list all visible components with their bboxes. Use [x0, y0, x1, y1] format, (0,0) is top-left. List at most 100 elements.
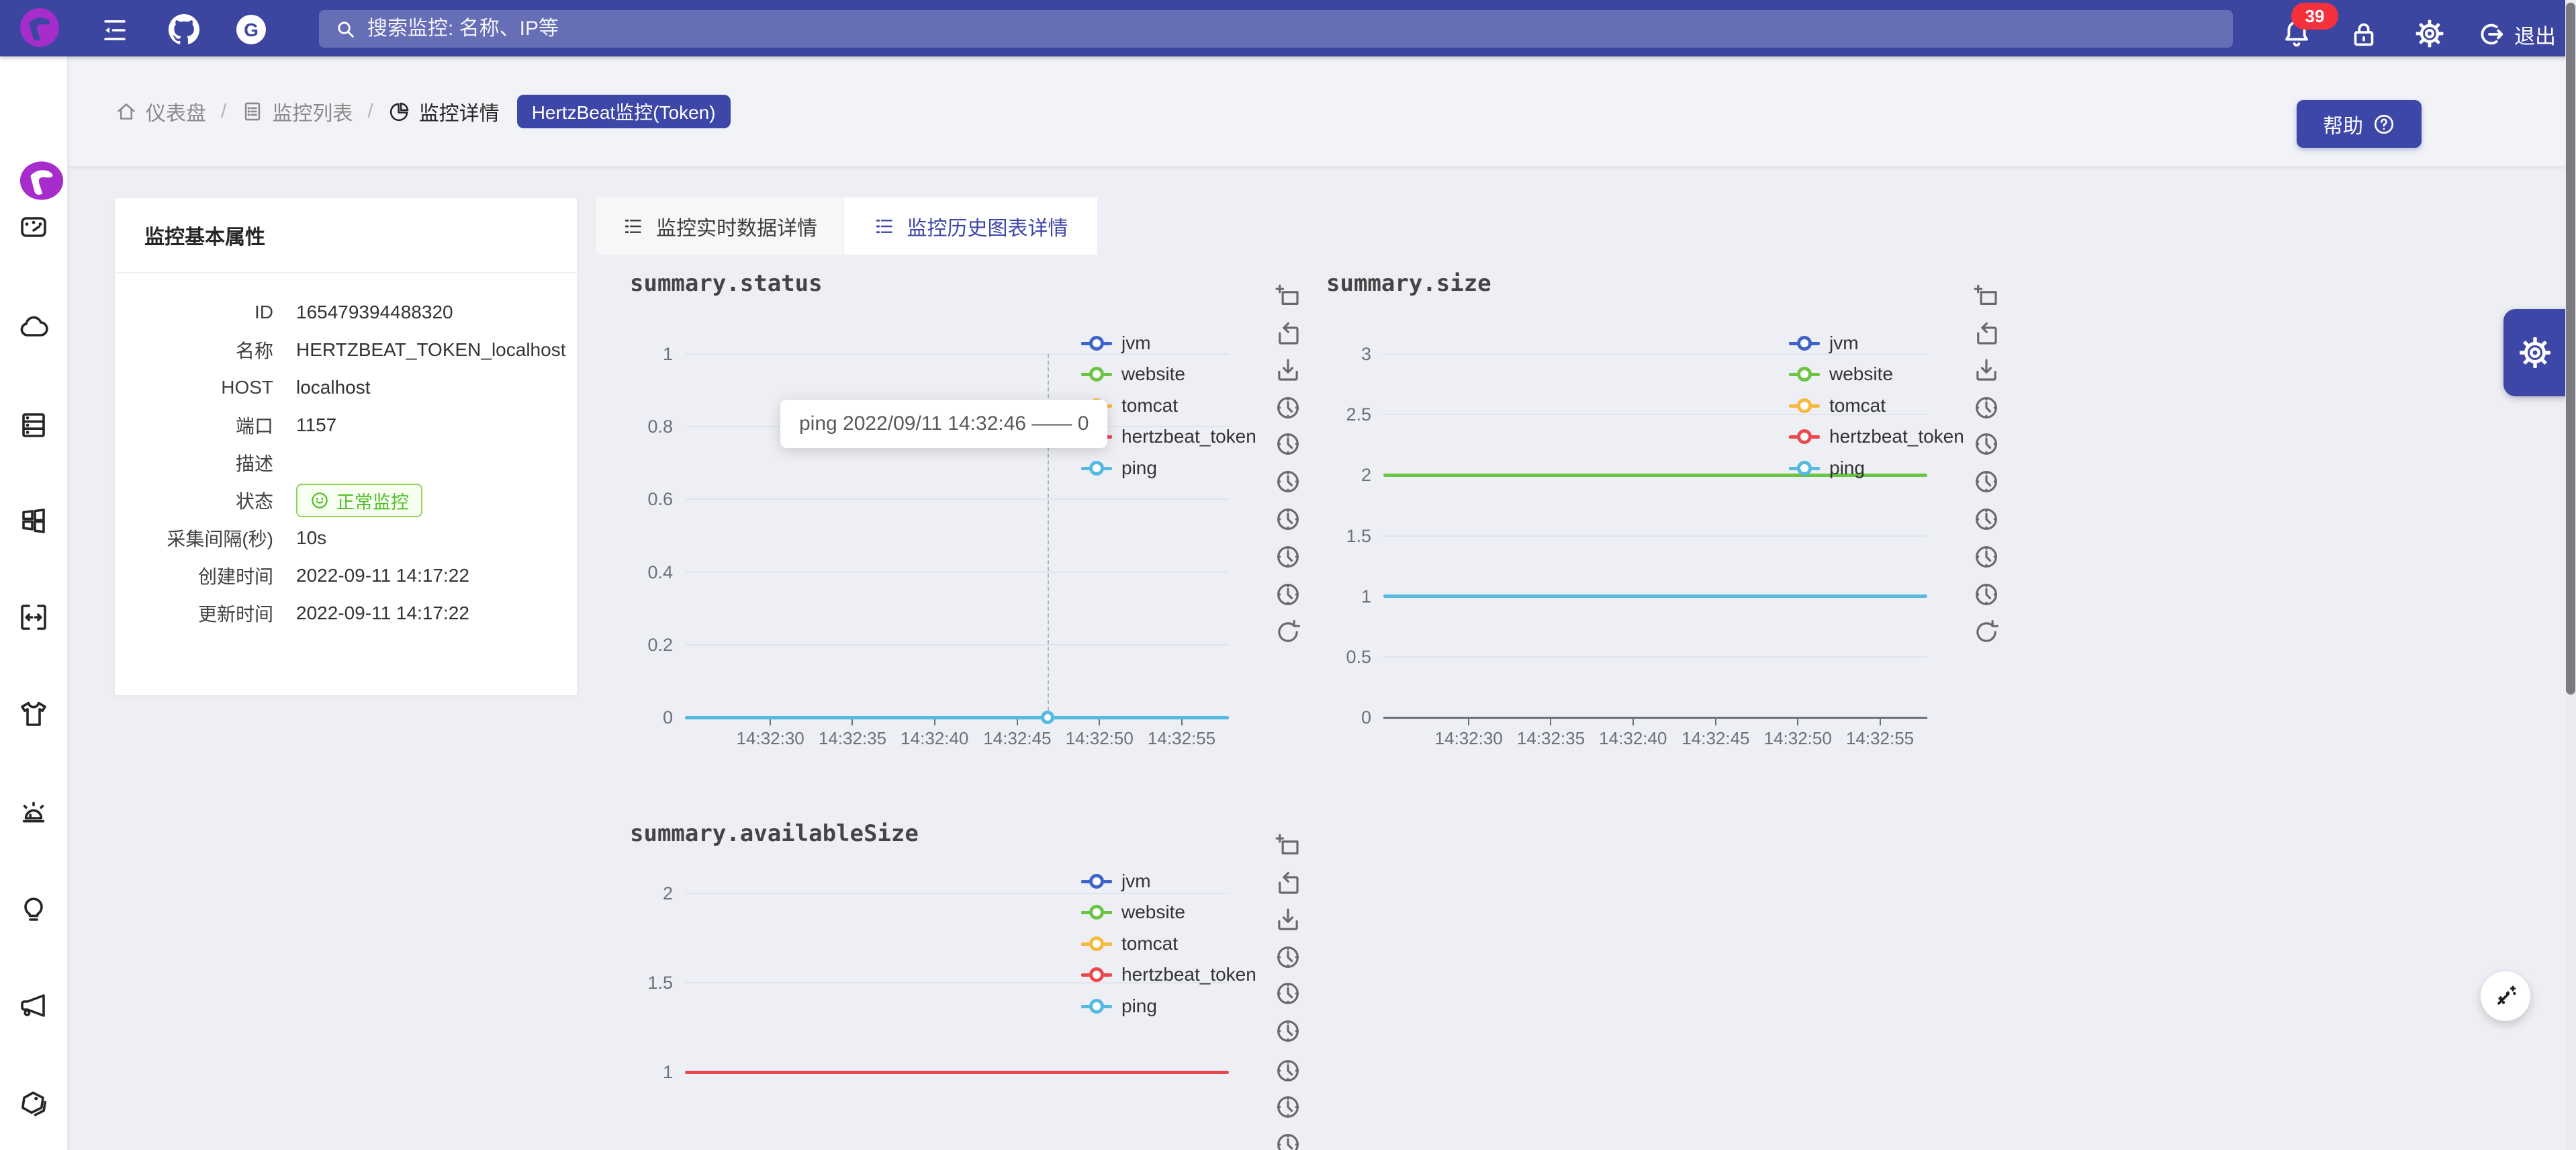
- legend-item-jvm[interactable]: jvm: [1789, 330, 1859, 357]
- left-sidebar: [0, 56, 68, 1150]
- sidebar-item-cloud[interactable]: [0, 294, 67, 361]
- sidebar-item-megaphone[interactable]: [0, 972, 67, 1039]
- sidebar-item-shrink[interactable]: [0, 584, 67, 651]
- server-icon: [17, 409, 50, 441]
- toolbox-clock-icon[interactable]: [1274, 1017, 1302, 1045]
- y-tick-label: 0: [606, 707, 673, 727]
- scrollbar-track[interactable]: [2565, 0, 2576, 1150]
- chart-tooltip: ping 2022/09/11 14:32:46 —— 0: [780, 400, 1107, 448]
- y-tick-label: 0.6: [606, 489, 673, 509]
- property-label: 描述: [115, 449, 273, 476]
- legend-label: hertzbeat_token: [1121, 964, 1256, 985]
- toolbox-clock-icon[interactable]: [1274, 943, 1302, 971]
- toolbox-clock-icon[interactable]: [1972, 543, 2000, 571]
- breadcrumb-separator: /: [367, 100, 373, 123]
- logout-label: 退出: [2514, 19, 2556, 50]
- toolbox-clock-icon[interactable]: [1972, 580, 2000, 609]
- chart-summary.status: summary.status10.80.60.40.2014:32:3014:3…: [598, 262, 1309, 799]
- tab-history-charts[interactable]: 监控历史图表详情: [844, 197, 1097, 255]
- property-row: HOSTlocalhost: [115, 369, 577, 406]
- legend-marker: [1081, 961, 1112, 988]
- hertzbeat-logo[interactable]: [17, 5, 62, 50]
- toolbox-clock-icon[interactable]: [1274, 1057, 1302, 1085]
- tab-label: 监控历史图表详情: [907, 212, 1068, 241]
- toolbox-clock-icon[interactable]: [1972, 430, 2000, 458]
- x-tick-mark: [1715, 718, 1716, 725]
- y-tick-label: 2.5: [1304, 404, 1371, 425]
- toolbox-refresh-icon[interactable]: [1972, 618, 2000, 646]
- breadcrumb-item[interactable]: 监控列表: [241, 97, 353, 126]
- property-row: 采集间隔(秒)10s: [115, 519, 577, 557]
- megaphone-icon: [17, 989, 50, 1022]
- search-input[interactable]: [357, 9, 2233, 48]
- lock-icon[interactable]: [2348, 19, 2379, 50]
- property-value: localhost: [296, 377, 371, 398]
- x-tick-mark: [770, 718, 771, 725]
- highlighted-data-point: [1041, 711, 1054, 724]
- profile-icon: [241, 100, 272, 123]
- question-circle-icon: [2373, 113, 2395, 136]
- breadcrumb-item[interactable]: 仪表盘: [115, 97, 206, 126]
- theme-wand-button[interactable]: [2481, 971, 2530, 1021]
- toolbox-clock-icon[interactable]: [1972, 505, 2000, 533]
- legend-item-jvm[interactable]: jvm: [1081, 330, 1151, 357]
- legend-item-website[interactable]: website: [1081, 899, 1185, 926]
- toolbox-download-icon[interactable]: [1274, 905, 1302, 934]
- toolbox-clock-icon[interactable]: [1274, 1131, 1302, 1150]
- sidebar-item-bulb[interactable]: [0, 875, 67, 942]
- legend-item-jvm[interactable]: jvm: [1081, 868, 1151, 895]
- sidebar-item-alarm[interactable]: [0, 777, 67, 844]
- legend-marker: [1789, 330, 1820, 357]
- github-icon[interactable]: [168, 13, 200, 46]
- legend-item-website[interactable]: website: [1789, 361, 1893, 388]
- tags-icon: [17, 1088, 50, 1120]
- toolbox-download-icon[interactable]: [1972, 356, 2000, 384]
- y-tick-label: 1: [1304, 586, 1371, 607]
- property-row: ID165479394488320: [115, 294, 577, 331]
- gitee-icon[interactable]: G: [235, 13, 267, 46]
- page-header: 仪表盘/监控列表/监控详情 HertzBeat监控(Token) 帮助: [67, 56, 2576, 166]
- legend-item-ping[interactable]: ping: [1789, 455, 1865, 482]
- y-tick-label: 2: [1304, 465, 1371, 485]
- legend-item-website[interactable]: website: [1081, 361, 1185, 388]
- toolbox-zoom-icon[interactable]: [1274, 832, 1302, 860]
- toolbox-zoom-icon[interactable]: [1972, 282, 2000, 310]
- toolbox-clock-icon[interactable]: [1972, 468, 2000, 496]
- sidebar-item-apps[interactable]: [0, 487, 67, 554]
- legend-item-hertzbeat_token[interactable]: hertzbeat_token: [1789, 423, 1964, 450]
- breadcrumb-separator: /: [221, 100, 226, 123]
- pie-chart-icon: [388, 100, 419, 123]
- toolbox-restore-icon[interactable]: [1274, 869, 1302, 897]
- sidebar-item-tshirt[interactable]: [0, 680, 67, 748]
- cloud-icon: [17, 311, 50, 343]
- property-value: 1157: [296, 414, 336, 436]
- x-tick-mark: [934, 718, 935, 725]
- legend-item-hertzbeat_token[interactable]: hertzbeat_token: [1081, 961, 1256, 988]
- monitor-properties-card: 监控基本属性 ID165479394488320名称HERTZBEAT_TOKE…: [115, 198, 577, 695]
- legend-item-tomcat[interactable]: tomcat: [1081, 930, 1178, 957]
- help-button[interactable]: 帮助: [2297, 100, 2422, 148]
- tab-realtime-data[interactable]: 监控实时数据详情: [596, 197, 844, 255]
- legend-marker: [1081, 361, 1112, 388]
- property-label: 名称: [115, 337, 273, 363]
- toolbox-clock-icon[interactable]: [1972, 394, 2000, 422]
- y-tick-label: 3: [1304, 344, 1371, 364]
- settings-gear-icon[interactable]: [2413, 17, 2446, 50]
- sidebar-item-server[interactable]: [0, 392, 67, 459]
- toolbox-clock-icon[interactable]: [1274, 979, 1302, 1008]
- legend-item-hertzbeat_token[interactable]: hertzbeat_token: [1081, 423, 1256, 450]
- legend-marker: [1789, 423, 1820, 450]
- menu-fold-icon[interactable]: [101, 16, 129, 44]
- legend-marker: [1081, 899, 1112, 926]
- legend-item-ping[interactable]: ping: [1081, 455, 1157, 482]
- logout-button[interactable]: 退出: [2475, 19, 2556, 50]
- toolbox-clock-icon[interactable]: [1274, 1093, 1302, 1121]
- toolbox-restore-icon[interactable]: [1972, 320, 2000, 348]
- series-line-hertzbeat_token: [685, 1071, 1229, 1074]
- sidebar-item-tags[interactable]: [0, 1070, 67, 1137]
- property-row: 描述: [115, 444, 577, 482]
- legend-item-tomcat[interactable]: tomcat: [1789, 392, 1886, 419]
- sidebar-item-dashboard[interactable]: [0, 193, 67, 261]
- legend-item-ping[interactable]: ping: [1081, 993, 1157, 1020]
- scrollbar-thumb[interactable]: [2566, 3, 2575, 695]
